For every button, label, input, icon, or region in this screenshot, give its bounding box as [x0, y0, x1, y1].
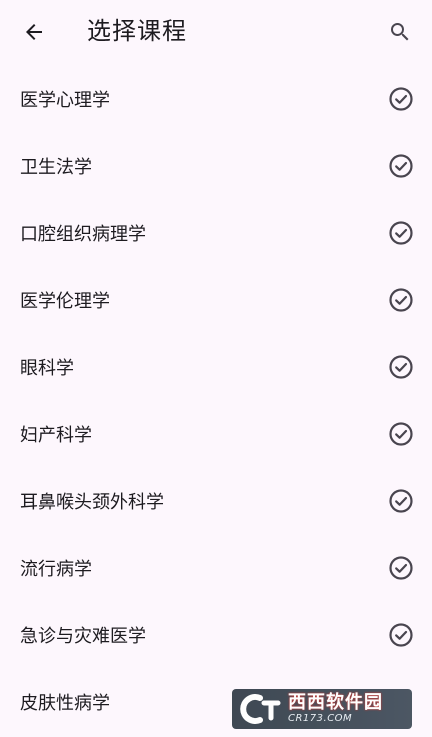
- course-label: 妇产科学: [20, 424, 92, 446]
- course-label: 卫生法学: [20, 156, 92, 178]
- check-circle-icon[interactable]: [388, 488, 414, 514]
- course-row[interactable]: 流行病学: [0, 534, 432, 601]
- course-row[interactable]: 医学心理学: [0, 65, 432, 132]
- watermark-c-logo-icon: [238, 694, 284, 724]
- watermark-brand: 西西软件园: [288, 692, 383, 713]
- course-label: 医学伦理学: [20, 290, 110, 312]
- course-row[interactable]: 急诊与灾难医学: [0, 601, 432, 668]
- check-circle-icon[interactable]: [388, 421, 414, 447]
- check-circle-icon[interactable]: [388, 354, 414, 380]
- course-row[interactable]: 口腔组织病理学: [0, 199, 432, 266]
- search-button[interactable]: [380, 12, 420, 52]
- check-circle-icon[interactable]: [388, 622, 414, 648]
- course-row[interactable]: 耳鼻喉头颈外科学: [0, 467, 432, 534]
- check-circle-icon[interactable]: [388, 153, 414, 179]
- course-label: 流行病学: [20, 558, 92, 580]
- course-row[interactable]: 卫生法学: [0, 132, 432, 199]
- course-row[interactable]: 妇产科学: [0, 400, 432, 467]
- course-label: 口腔组织病理学: [20, 223, 146, 245]
- watermark-logo: 西西软件园 CR173.COM: [232, 689, 412, 729]
- course-label: 耳鼻喉头颈外科学: [20, 491, 164, 513]
- course-label: 皮肤性病学: [20, 692, 110, 714]
- course-list: 医学心理学卫生法学口腔组织病理学 医学伦理学眼科学妇产科学耳鼻喉头颈外科学 流行病学…: [0, 65, 432, 735]
- arrow-back-icon: [26, 24, 42, 40]
- course-label: 急诊与灾难医学: [20, 625, 146, 647]
- app-bar: 选择课程: [0, 0, 432, 64]
- back-button[interactable]: [16, 12, 52, 52]
- watermark-site: CR173.COM: [288, 713, 353, 724]
- course-label: 眼科学: [20, 357, 74, 379]
- check-circle-icon[interactable]: [388, 86, 414, 112]
- check-circle-icon[interactable]: [388, 555, 414, 581]
- check-circle-icon[interactable]: [388, 220, 414, 246]
- search-icon: [391, 23, 409, 41]
- course-row[interactable]: 医学伦理学: [0, 266, 432, 333]
- page-title: 选择课程: [87, 17, 187, 45]
- check-circle-icon[interactable]: [388, 287, 414, 313]
- course-label: 医学心理学: [20, 89, 110, 111]
- course-row[interactable]: 眼科学: [0, 333, 432, 400]
